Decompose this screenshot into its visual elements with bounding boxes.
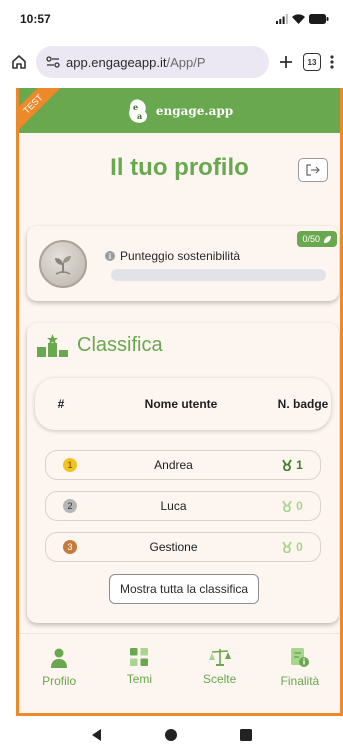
nav-item-scelte[interactable]: Scelte: [185, 648, 255, 686]
leaderboard-title: Classifica: [37, 333, 163, 357]
row-username: Luca: [160, 499, 187, 513]
new-tab-icon[interactable]: [277, 53, 295, 71]
leaderboard-title-text: Classifica: [77, 333, 163, 356]
medal-icon: [282, 541, 292, 553]
leaderboard-row: 1 Andrea 1: [45, 450, 321, 480]
row-username: Andrea: [154, 458, 193, 472]
podium-icon: [37, 334, 68, 357]
info-icon[interactable]: i: [105, 251, 115, 261]
row-badge-count: 0: [264, 540, 320, 554]
engage-logo-icon: e a: [128, 98, 147, 123]
logout-button[interactable]: [298, 158, 328, 182]
header-badge: N. badge: [277, 397, 329, 411]
svg-text:a: a: [137, 111, 142, 121]
url-text: app.engageapp.it/App/P: [66, 55, 206, 70]
nav-label: Temi: [126, 672, 153, 686]
score-progress-bar: [111, 269, 326, 281]
tab-count: 13: [307, 57, 317, 67]
medal-icon: [282, 500, 292, 512]
status-time: 10:57: [20, 12, 51, 26]
home-icon[interactable]: [10, 53, 28, 71]
sprout-coin-icon: [39, 240, 87, 288]
battery-icon: [309, 14, 329, 24]
app-logo-text: engage.app: [155, 103, 234, 118]
app-header: e a engage.app: [19, 88, 340, 133]
wifi-icon: [292, 14, 305, 24]
address-bar[interactable]: app.engageapp.it/App/P: [36, 46, 269, 78]
document-info-icon: [290, 648, 309, 667]
score-label-text: Punteggio sostenibilità: [120, 249, 241, 263]
leaderboard-row: 2 Luca 0: [45, 491, 321, 521]
site-settings-icon[interactable]: [46, 56, 60, 68]
tab-switcher-button[interactable]: 13: [303, 53, 321, 71]
signal-icon: [276, 14, 288, 24]
sustainability-score-card: i Punteggio sostenibilità 0/50: [27, 226, 339, 301]
row-username: Gestione: [149, 540, 198, 554]
status-icons: [276, 14, 329, 24]
header-name: Nome utente: [144, 397, 218, 411]
medal-icon: [282, 459, 292, 471]
score-label: i Punteggio sostenibilità: [105, 249, 240, 263]
rank-badge-gold: 1: [63, 458, 77, 472]
leaderboard-card: Classifica # Nome utente N. badge 1 Andr…: [27, 323, 339, 623]
scale-icon: [208, 649, 231, 666]
score-badge-text: 0/50: [302, 234, 320, 244]
status-bar: 10:57: [0, 0, 343, 38]
row-badge-value: 0: [296, 499, 303, 513]
recents-icon[interactable]: [239, 729, 252, 741]
browser-toolbar: app.engageapp.it/App/P 13: [0, 38, 343, 86]
app-frame: e a engage.app TEST Il tuo profilo i Pun…: [16, 88, 343, 716]
home-circle-icon[interactable]: [165, 729, 178, 741]
rank-badge-silver: 2: [63, 499, 77, 513]
more-menu-icon[interactable]: [329, 53, 335, 71]
logout-icon: [306, 164, 320, 176]
phone-screen: 10:57 app.engageapp.it/App/P 13 e a enga…: [0, 0, 343, 752]
leaderboard-header: # Nome utente N. badge: [35, 378, 331, 430]
url-host: app.engageapp.it: [66, 54, 167, 70]
rank-badge-bronze: 3: [63, 540, 77, 554]
nav-item-temi[interactable]: Temi: [104, 648, 174, 686]
score-badge: 0/50: [297, 231, 337, 247]
nav-item-finalita[interactable]: Finalità: [265, 648, 335, 688]
nav-item-profilo[interactable]: Profilo: [24, 648, 94, 688]
page-title: Il tuo profilo: [110, 154, 249, 181]
nav-label: Finalità: [280, 674, 320, 688]
bottom-navigation: Profilo Temi Scelte Finalità: [19, 633, 340, 713]
person-icon: [51, 648, 68, 668]
leaderboard-row: 3 Gestione 0: [45, 532, 321, 562]
row-badge-count: 0: [264, 499, 320, 513]
back-icon[interactable]: [91, 729, 103, 741]
header-rank: #: [57, 397, 65, 411]
nav-label: Scelte: [202, 672, 237, 686]
android-navigation-bar: [0, 718, 343, 752]
row-badge-value: 1: [296, 458, 303, 472]
show-full-leaderboard-button[interactable]: Mostra tutta la classifica: [109, 574, 260, 604]
grid-icon: [130, 648, 149, 666]
nav-label: Profilo: [42, 674, 77, 688]
row-badge-value: 0: [296, 540, 303, 554]
url-path: /App/P: [166, 54, 206, 70]
row-badge-count: 1: [264, 458, 320, 472]
leaf-icon: [324, 235, 331, 243]
